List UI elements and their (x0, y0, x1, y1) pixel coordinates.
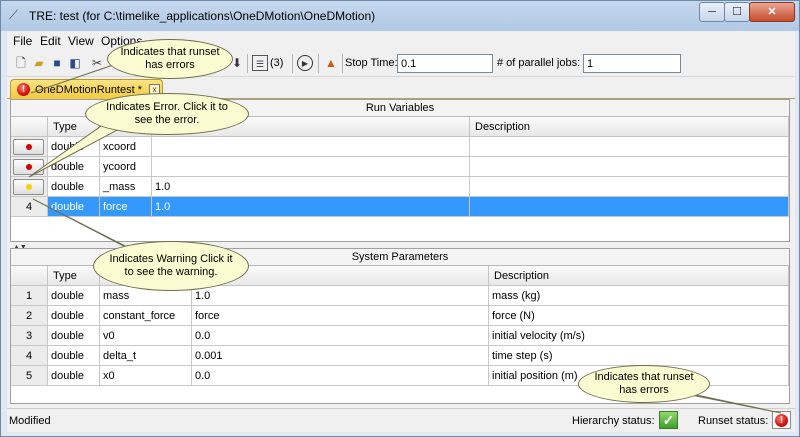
cell-type[interactable]: double (48, 326, 100, 346)
cell-value[interactable] (152, 157, 470, 177)
parallel-jobs-label: # of parallel jobs: (497, 57, 581, 69)
error-dot-icon (26, 164, 32, 170)
cell-description[interactable] (470, 197, 789, 217)
column-header-description[interactable]: Description (489, 266, 789, 286)
row-number[interactable]: 1 (11, 286, 48, 306)
scissors-icon[interactable]: ✂ (89, 55, 105, 71)
status-bar: Modified Hierarchy status: ✓ Runset stat… (7, 408, 795, 432)
hierarchy-ok-icon[interactable]: ✓ (659, 411, 678, 429)
save-icon[interactable]: ■ (49, 55, 65, 71)
cell-name[interactable]: v0 (100, 326, 192, 346)
error-dot-icon (26, 144, 32, 150)
error-indicator-button[interactable] (13, 139, 44, 155)
cell-description[interactable] (470, 177, 789, 197)
cell-value[interactable]: 1.0 (152, 197, 470, 217)
cell-value[interactable]: 1.0 (152, 177, 470, 197)
open-folder-icon[interactable]: ▰ (31, 55, 47, 71)
cell-description[interactable]: initial velocity (m/s) (489, 326, 789, 346)
column-header-description[interactable]: Description (470, 117, 789, 137)
parallel-jobs-input[interactable] (583, 54, 681, 73)
cell-value[interactable]: 1.0 (192, 286, 489, 306)
minimize-button[interactable]: ─ (699, 2, 725, 22)
cell-value[interactable]: 0.0 (192, 326, 489, 346)
row-number[interactable]: 3 (11, 326, 48, 346)
column-header-type[interactable]: Type (48, 266, 100, 286)
toolbar-separator (292, 54, 293, 73)
cell-value[interactable]: force (192, 306, 489, 326)
save-all-icon[interactable]: ◧ (67, 55, 83, 71)
cell-name[interactable]: constant_force (100, 306, 192, 326)
title-bar[interactable]: ⟋ TRE: test (for C:\timelike_application… (1, 1, 799, 31)
runset-status-button[interactable]: ! (772, 411, 791, 429)
maximize-button[interactable]: ☐ (724, 2, 750, 22)
matlab-icon[interactable]: ▲ (323, 55, 339, 71)
cell-type[interactable]: double (48, 346, 100, 366)
toolbar-separator (318, 54, 319, 73)
cell-name[interactable]: delta_t (100, 346, 192, 366)
cell-type[interactable]: double (48, 306, 100, 326)
queue-icon[interactable]: ☰ (252, 55, 268, 71)
cell-name[interactable]: _mass (100, 177, 152, 197)
row-header (11, 137, 48, 157)
cell-description[interactable] (470, 137, 789, 157)
column-header-row (11, 266, 48, 286)
row-number[interactable]: 4 (11, 197, 48, 217)
cell-type[interactable]: double (48, 366, 100, 386)
error-icon: ! (775, 414, 788, 427)
callout-warning: Indicates Warning Click it to see the wa… (93, 241, 249, 291)
error-indicator-button[interactable] (13, 159, 44, 175)
toolbar-separator (342, 54, 343, 73)
menu-view[interactable]: View (68, 34, 94, 48)
close-button[interactable]: ✕ (749, 2, 795, 22)
cell-type[interactable]: double (48, 197, 100, 217)
error-icon: ! (17, 83, 30, 96)
queue-count: (3) (270, 57, 284, 69)
tab-runset-label: OneDMotionRuntest * (35, 84, 142, 96)
callout-error: Indicates Error. Click it to see the err… (85, 93, 249, 135)
cell-type[interactable]: double (48, 177, 100, 197)
cell-description[interactable]: time step (s) (489, 346, 789, 366)
window-title: TRE: test (for C:\timelike_applications\… (29, 9, 376, 23)
stop-time-input[interactable] (397, 54, 493, 73)
column-header-row (11, 117, 48, 137)
cell-name[interactable]: ycoord (100, 157, 152, 177)
hierarchy-status-label: Hierarchy status: (572, 415, 655, 427)
new-file-icon[interactable]: 🗋 (13, 55, 29, 71)
row-header (11, 177, 48, 197)
row-number[interactable]: 4 (11, 346, 48, 366)
app-window: ⟋ TRE: test (for C:\timelike_application… (0, 0, 800, 437)
callout-runset-status: Indicates that runset has errors (578, 365, 710, 403)
row-number[interactable]: 2 (11, 306, 48, 326)
stop-time-label: Stop Time: (345, 57, 398, 69)
menu-file[interactable]: File (13, 34, 32, 48)
cell-name[interactable]: xcoord (100, 137, 152, 157)
cell-description[interactable]: force (N) (489, 306, 789, 326)
cell-type[interactable]: double (48, 286, 100, 306)
cell-type[interactable]: double (48, 157, 100, 177)
row-number[interactable]: 5 (11, 366, 48, 386)
cell-description[interactable] (470, 157, 789, 177)
cell-name[interactable]: force (100, 197, 152, 217)
app-icon: ⟋ (9, 7, 19, 22)
status-text: Modified (9, 415, 51, 427)
callout-runset-errors: Indicates that runset has errors (107, 39, 233, 79)
runset-status-label: Runset status: (698, 415, 769, 427)
warning-indicator-button[interactable] (13, 179, 44, 195)
play-icon[interactable]: ▶ (297, 55, 313, 71)
warning-dot-icon (26, 184, 32, 190)
toolbar-separator (247, 54, 248, 73)
menu-edit[interactable]: Edit (40, 34, 61, 48)
cell-name[interactable]: x0 (100, 366, 192, 386)
cell-value[interactable] (152, 137, 470, 157)
cell-value[interactable]: 0.001 (192, 346, 489, 366)
cell-type[interactable]: double (48, 137, 100, 157)
cell-value[interactable]: 0.0 (192, 366, 489, 386)
cell-description[interactable]: mass (kg) (489, 286, 789, 306)
row-header (11, 157, 48, 177)
